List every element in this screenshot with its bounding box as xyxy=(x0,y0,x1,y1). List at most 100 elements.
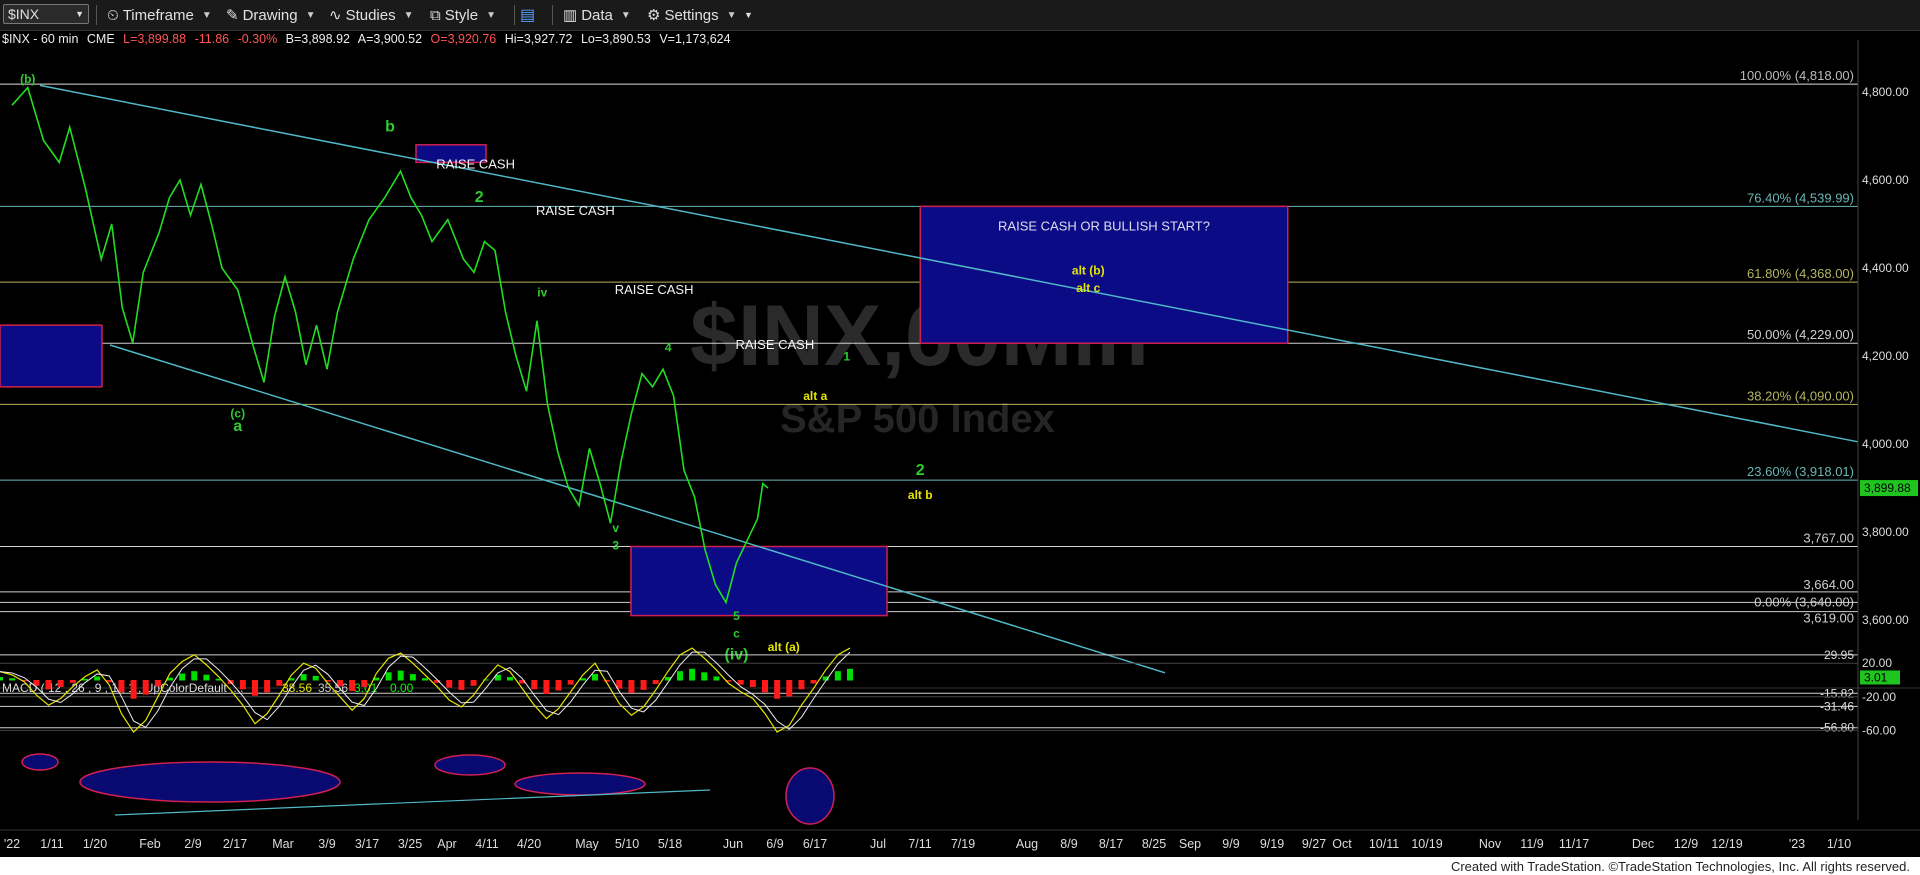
macd-histogram-bar xyxy=(458,680,465,690)
time-tick-label: Oct xyxy=(1332,837,1352,851)
data-menu[interactable]: ▥ Data ▼ xyxy=(563,4,631,26)
volume: V=1,173,624 xyxy=(659,32,731,46)
macd-histogram-bar xyxy=(519,680,526,684)
time-tick-label: 5/10 xyxy=(615,837,639,851)
price-tick-label: 3,600.00 xyxy=(1862,613,1909,627)
wave-label-yellow: alt c xyxy=(1076,281,1100,295)
time-tick-label: Jun xyxy=(723,837,743,851)
macd-histogram-bar xyxy=(300,674,307,681)
time-tick-label: 1/20 xyxy=(83,837,107,851)
wave-label-green: (c) xyxy=(230,407,245,421)
macd-histogram-bar xyxy=(118,680,125,693)
level-label: 3,664.00 xyxy=(1803,577,1854,592)
time-tick-label: Apr xyxy=(437,837,456,851)
wave-label-green: 2 xyxy=(475,189,484,206)
macd-histogram-bar xyxy=(482,679,489,681)
drawing-menu[interactable]: ✎ Drawing ▼ xyxy=(226,4,316,26)
wave-label-green: a xyxy=(233,418,242,435)
level-label: 23.60% (3,918.01) xyxy=(1747,464,1854,479)
time-tick-label: 4/11 xyxy=(475,837,498,851)
toolbar-divider xyxy=(514,5,515,25)
macd-histogram-bar xyxy=(0,677,3,681)
macd-axis-label: -56.80 xyxy=(1820,721,1854,735)
macd-histogram-bar xyxy=(130,680,137,699)
style-label: Style xyxy=(444,6,479,24)
symbol-text: $INX xyxy=(8,6,40,22)
bid-price: B=3,898.92 xyxy=(285,32,350,46)
symbol-selector[interactable]: $INX ▼ xyxy=(3,4,89,24)
layout-button[interactable]: ▤ xyxy=(520,4,535,26)
toolbar-divider xyxy=(552,5,553,25)
timeframe-label: Timeframe xyxy=(122,6,194,24)
wave-label-green: 5 xyxy=(733,609,740,623)
macd-histogram-bar xyxy=(446,680,453,688)
macd-histogram-bar xyxy=(810,680,817,684)
time-tick-label: 5/18 xyxy=(658,837,682,851)
price-chart[interactable]: $INX,60Min S&P 500 Index 100.00% (4,818.0… xyxy=(0,0,1920,875)
timeframe-menu[interactable]: ⏲ Timeframe ▼ xyxy=(107,4,212,26)
level-label: 76.40% (4,539.99) xyxy=(1747,190,1854,205)
drawing-label: Drawing xyxy=(242,6,298,24)
time-tick-label: Nov xyxy=(1479,837,1502,851)
macd-histogram-bar xyxy=(555,680,562,691)
macd-histogram-bar xyxy=(179,673,186,681)
macd-histogram-bar xyxy=(45,680,52,690)
wave-label-green: iv xyxy=(537,286,547,300)
time-tick-label: 2/17 xyxy=(223,837,247,851)
style-menu[interactable]: ⧉ Style ▼ xyxy=(430,4,496,26)
macd-histogram-bar xyxy=(215,678,222,681)
macd-histogram-bar xyxy=(312,675,319,681)
macd-histogram-bar xyxy=(276,680,283,686)
macd-axis-label: -60.00 xyxy=(1862,723,1896,737)
macd-histogram-bar xyxy=(385,672,392,681)
studies-menu[interactable]: ∿ Studies ▼ xyxy=(329,4,414,26)
macd-histogram-bar xyxy=(592,674,598,681)
time-tick-label: 3/9 xyxy=(318,837,335,851)
net-change: -11.86 xyxy=(194,32,230,46)
macd-histogram-bar xyxy=(33,680,40,686)
time-tick-label: Feb xyxy=(139,837,161,851)
macd-title: MACD ( 12 , 26 , 9 , 1 , 1 , UpColorDefa… xyxy=(2,681,243,695)
price-tick-label: 4,600.00 xyxy=(1862,173,1909,187)
wave-label-yellow: alt (b) xyxy=(1072,264,1105,278)
macd-histogram-bar xyxy=(191,671,198,681)
time-tick-label: 9/9 xyxy=(1222,837,1239,851)
gear-icon: ⚙ xyxy=(647,7,661,24)
settings-menu[interactable]: ⚙ Settings ▼ xyxy=(647,4,737,26)
chevron-down-icon: ▼ xyxy=(726,9,737,21)
time-tick-label: 9/27 xyxy=(1302,837,1326,851)
macd-histogram-bar xyxy=(397,670,404,681)
macd-axis-label: -15.82 xyxy=(1820,686,1854,700)
macd-histogram-bar xyxy=(434,680,441,683)
price-tick-label: 3,800.00 xyxy=(1862,525,1909,539)
time-tick-label: '22 xyxy=(4,837,20,851)
copyright-footer: Created with TradeStation. ©TradeStation… xyxy=(1446,858,1914,875)
macd-histogram-bar xyxy=(762,680,768,693)
pencil-icon: ✎ xyxy=(226,7,239,24)
wave-label-yellow: alt (a) xyxy=(768,640,800,654)
time-tick-label: 8/9 xyxy=(1060,837,1077,851)
macd-histogram-bar xyxy=(422,678,428,681)
time-tick-label: 6/9 xyxy=(766,837,783,851)
chart-title: $INX - 60 min xyxy=(2,32,79,46)
macd-histogram-bar xyxy=(337,680,343,687)
toolbar-overflow-button[interactable]: ▼ xyxy=(744,4,753,26)
level-label: 100.00% (4,818.00) xyxy=(1740,68,1854,83)
macd-histogram-bar xyxy=(604,680,611,682)
macd-histogram-bar xyxy=(288,678,295,681)
ask-price: A=3,900.52 xyxy=(357,32,423,46)
macd-histogram-bar xyxy=(677,671,683,681)
macd-value: 38.56 xyxy=(282,681,312,695)
macd-histogram-bar xyxy=(507,677,513,681)
macd-histogram-bar xyxy=(847,668,853,681)
macd-histogram-bar xyxy=(142,680,149,695)
last-price: L=3,899.88 xyxy=(123,32,187,46)
macd-histogram-bar xyxy=(494,674,501,681)
wave-label-green: 2 xyxy=(916,462,925,479)
macd-histogram-bar xyxy=(203,674,210,681)
raise-cash-label: RAISE CASH xyxy=(436,157,515,172)
wave-label-green: (iv) xyxy=(725,647,749,664)
time-tick-label: 12/19 xyxy=(1711,837,1742,851)
chevron-down-icon: ▼ xyxy=(486,9,496,21)
macd-axis-label: -20.00 xyxy=(1862,690,1896,704)
